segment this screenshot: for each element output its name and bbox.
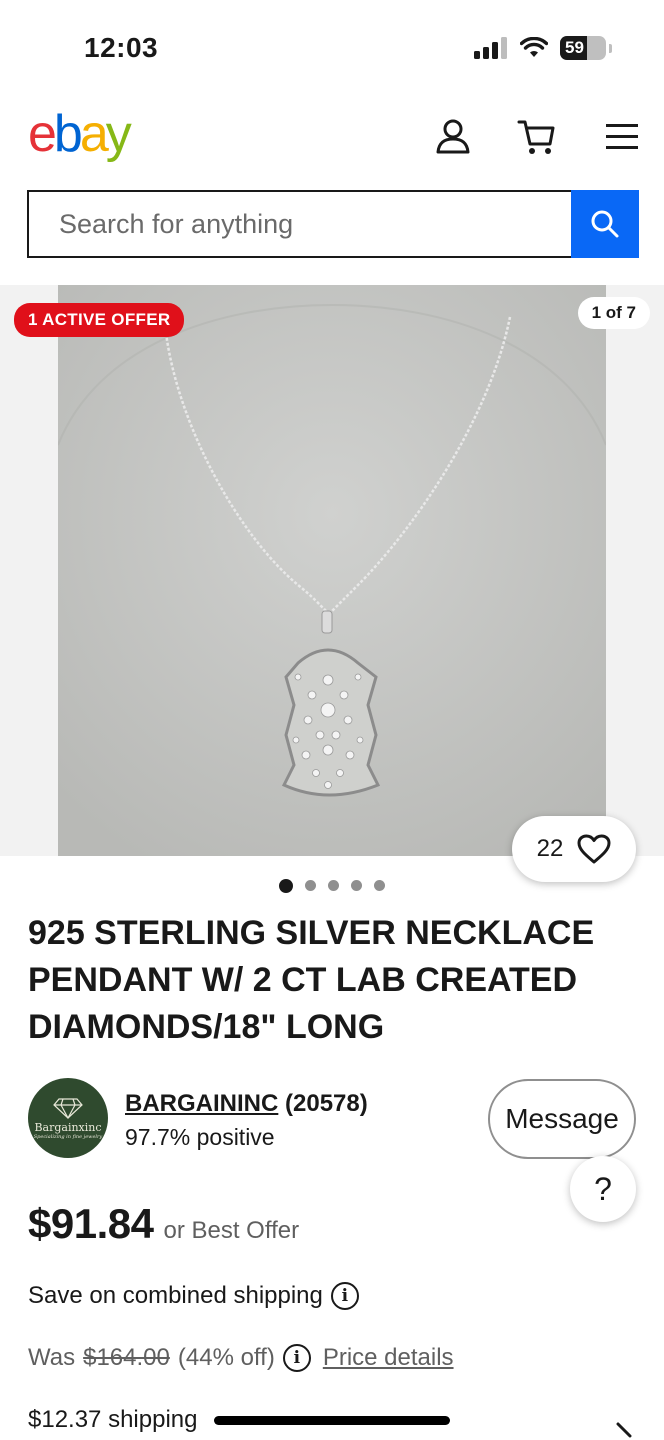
- logo-letter-b: b: [53, 105, 83, 163]
- watch-count: 22: [536, 835, 564, 862]
- price-details-link[interactable]: Price details: [323, 1344, 454, 1372]
- carousel-dot[interactable]: [279, 879, 293, 893]
- combined-shipping-label: Save on combined shipping: [28, 1282, 323, 1309]
- was-label: Was: [28, 1344, 76, 1371]
- avatar-name: Bargainxinc: [34, 1120, 102, 1134]
- carousel-dot[interactable]: [305, 880, 316, 891]
- carousel-dot[interactable]: [351, 880, 362, 891]
- account-icon[interactable]: [431, 114, 475, 158]
- home-indicator: [214, 1416, 450, 1425]
- listing-title: 925 STERLING SILVER NECKLACE PENDANT W/ …: [28, 914, 595, 1046]
- carousel-dots: [0, 879, 664, 893]
- price-row: $91.84 or Best Offer: [28, 1200, 299, 1248]
- seller-name-link[interactable]: BARGAININC: [125, 1090, 278, 1117]
- status-time: 12:03: [84, 32, 159, 63]
- search-icon: [591, 210, 619, 238]
- diamond-logo-icon: [53, 1097, 83, 1119]
- info-icon[interactable]: i: [282, 1344, 311, 1372]
- wifi-icon: [520, 37, 548, 57]
- discount-percent: (44% off): [177, 1344, 275, 1371]
- signal-icon: [474, 37, 507, 59]
- cart-icon[interactable]: [515, 114, 559, 158]
- carousel-dot[interactable]: [374, 880, 385, 891]
- info-icon[interactable]: i: [330, 1282, 359, 1310]
- help-button[interactable]: ?: [570, 1156, 636, 1222]
- heart-icon: [577, 834, 611, 864]
- was-price: $164.00: [83, 1344, 170, 1371]
- necklace-image: [58, 285, 606, 856]
- message-button[interactable]: Message: [488, 1079, 636, 1159]
- ebay-logo[interactable]: ebay: [28, 104, 132, 164]
- search-bar: Search for anything: [27, 190, 639, 258]
- seller-feedback-count: (20578): [285, 1090, 368, 1117]
- logo-letter-a: a: [79, 105, 109, 163]
- status-bar: 12:03 59: [0, 0, 664, 96]
- shipping-cost: $12.37 shipping: [28, 1406, 198, 1433]
- seller-info: BARGAININC (20578) 97.7% positive: [125, 1090, 368, 1151]
- battery-cap: [609, 43, 612, 53]
- price: $91.84: [28, 1200, 154, 1247]
- app-header: ebay: [0, 96, 664, 180]
- battery-percent: 59: [565, 38, 584, 57]
- avatar-tagline: Specializing in fine jewelry: [33, 1133, 103, 1140]
- best-offer-label: or Best Offer: [163, 1217, 300, 1244]
- seller-name-row: BARGAININC (20578): [125, 1090, 368, 1118]
- carousel-dot[interactable]: [328, 880, 339, 891]
- watch-button[interactable]: 22: [512, 816, 636, 882]
- image-counter: 1 of 7: [577, 297, 650, 329]
- seller-positive-rating: 97.7% positive: [125, 1124, 275, 1150]
- search-input[interactable]: Search for anything: [27, 190, 571, 258]
- product-image-carousel[interactable]: 1 ACTIVE OFFER 1 of 7: [0, 285, 664, 856]
- combined-shipping-row[interactable]: Save on combined shipping i: [28, 1282, 359, 1310]
- search-button[interactable]: [571, 190, 639, 258]
- seller-avatar[interactable]: Bargainxinc Specializing in fine jewelry: [28, 1078, 108, 1158]
- chevron-right-icon[interactable]: [614, 1422, 638, 1440]
- menu-icon[interactable]: [600, 114, 644, 158]
- logo-letter-e: e: [28, 105, 57, 163]
- product-photo[interactable]: [58, 285, 606, 856]
- active-offer-badge: 1 ACTIVE OFFER: [14, 303, 185, 337]
- status-icons: 59: [474, 36, 612, 60]
- logo-letter-y: y: [105, 105, 132, 163]
- battery-indicator: 59: [560, 36, 606, 60]
- was-price-row: Was $164.00 (44% off) i Price details: [28, 1344, 454, 1372]
